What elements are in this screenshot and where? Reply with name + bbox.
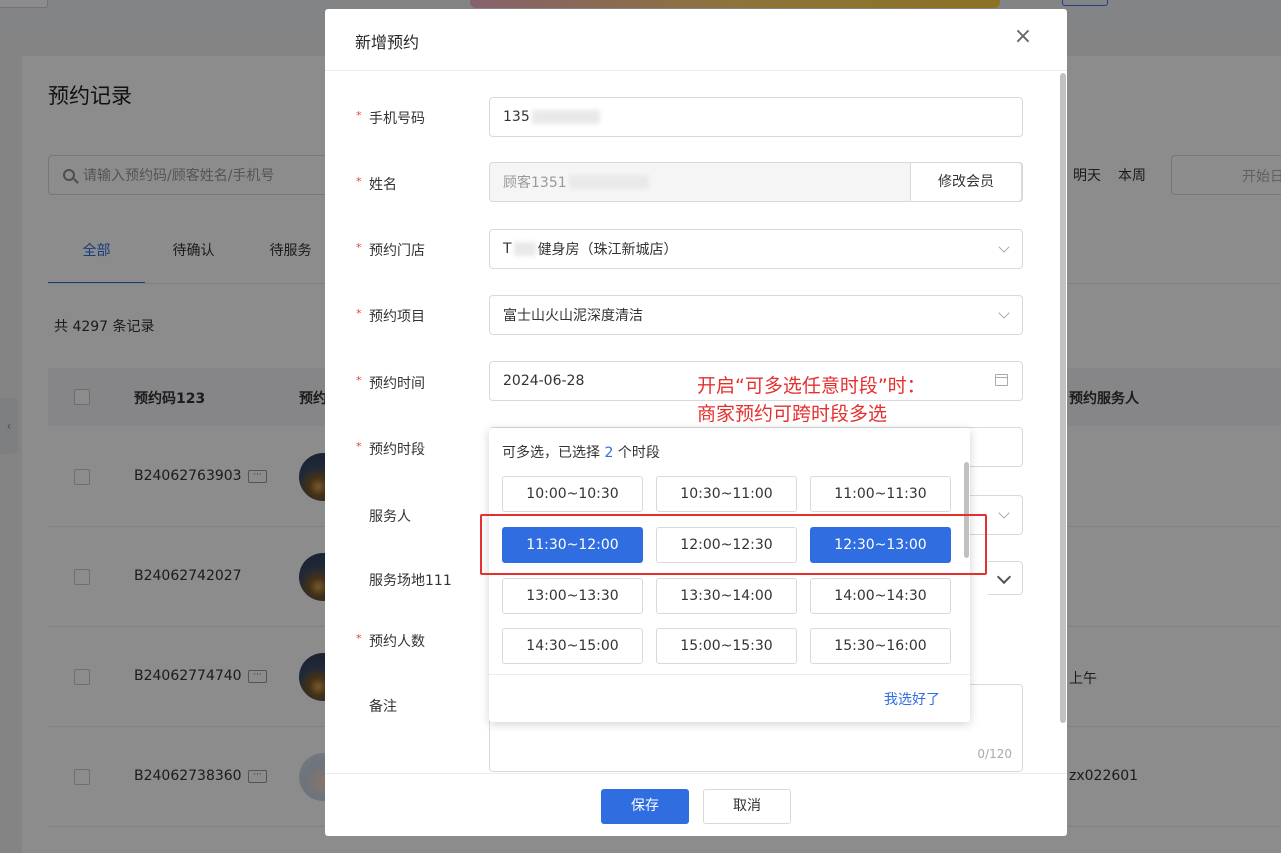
required-mark: * [356, 175, 362, 188]
modal-header: 新增预约 × [325, 9, 1067, 71]
done-button[interactable]: 我选好了 [884, 689, 940, 709]
save-button[interactable]: 保存 [601, 789, 689, 824]
remark-label: 备注 [369, 699, 397, 715]
phone-label: * 手机号码 [356, 109, 425, 127]
store-prefix: T [503, 241, 512, 257]
annotation-line: 商家预约可跨时段多选 [697, 403, 888, 425]
modal-scrollbar-thumb[interactable] [1060, 73, 1066, 723]
required-mark: * [356, 241, 362, 254]
masked-digits [568, 175, 649, 189]
annotation-text: 开启“可多选任意时段”时： 商家预约可跨时段多选 [697, 372, 926, 428]
required-mark: * [356, 440, 362, 453]
chevron-down-icon [998, 307, 1010, 319]
people-label: * 预约人数 [356, 632, 425, 650]
annotation-highlight-box [480, 514, 987, 575]
annotation-line: 开启“可多选任意时段”时： [697, 375, 926, 397]
time-slot-button[interactable]: 11:00~11:30 [810, 476, 951, 512]
name-label: * 姓名 [356, 175, 397, 193]
time-slot-button[interactable]: 10:30~11:00 [656, 476, 797, 512]
slot-picker-prefix: 可多选，已选择 [502, 445, 600, 461]
slot-picker-header: 可多选，已选择 2 个时段 [502, 442, 660, 462]
time-slot-dropdown: 可多选，已选择 2 个时段 10:00~10:30 10:30~11:00 11:0… [489, 428, 970, 722]
time-slot-button[interactable]: 14:00~14:30 [810, 578, 951, 614]
phone-value: 135 [503, 109, 530, 125]
close-icon[interactable]: × [1013, 26, 1033, 48]
store-label: * 预约门店 [356, 241, 425, 259]
slot-label: * 预约时段 [356, 440, 425, 458]
required-mark: * [356, 307, 362, 320]
chevron-down-icon [998, 241, 1010, 253]
cancel-button[interactable]: 取消 [703, 789, 791, 824]
server-label: 服务人 [369, 509, 411, 525]
remark-counter: 0/120 [977, 747, 1012, 761]
phone-input[interactable]: 135 [489, 97, 1023, 137]
time-slot-button[interactable]: 13:30~14:00 [656, 578, 797, 614]
venue-label: 服务场地111 [369, 573, 452, 589]
store-value: 健身房（珠江新城店） [537, 242, 678, 258]
name-input: 顾客1351 修改会员 [489, 162, 1023, 202]
required-mark: * [356, 374, 362, 387]
date-label: * 预约时间 [356, 374, 425, 392]
modal-footer: 保存 取消 [325, 773, 1067, 836]
edit-member-button[interactable]: 修改会员 [910, 162, 1022, 202]
modal-title: 新增预约 [355, 33, 420, 52]
name-value: 顾客1351 [503, 175, 567, 191]
masked-text [513, 242, 536, 256]
store-select[interactable]: T 健身房（珠江新城店） [489, 229, 1023, 269]
project-value: 富士山火山泥深度清洁 [503, 308, 643, 324]
required-mark: * [356, 109, 362, 122]
required-mark: * [356, 632, 362, 645]
venue-select-chevron-icon[interactable] [988, 561, 1023, 595]
time-slot-button[interactable]: 14:30~15:00 [502, 628, 643, 664]
slot-picker-suffix: 个时段 [617, 445, 660, 461]
selected-count: 2 [604, 445, 614, 461]
time-slot-button[interactable]: 15:00~15:30 [656, 628, 797, 664]
slot-picker-footer: 我选好了 [489, 674, 970, 722]
project-select[interactable]: 富士山火山泥深度清洁 [489, 295, 1023, 335]
project-label: * 预约项目 [356, 307, 425, 325]
time-slot-button[interactable]: 13:00~13:30 [502, 578, 643, 614]
calendar-icon [995, 374, 1008, 386]
time-slot-button[interactable]: 10:00~10:30 [502, 476, 643, 512]
time-slot-button[interactable]: 15:30~16:00 [810, 628, 951, 664]
date-value: 2024-06-28 [503, 373, 585, 389]
masked-digits [531, 110, 600, 124]
chevron-down-icon [998, 507, 1010, 519]
